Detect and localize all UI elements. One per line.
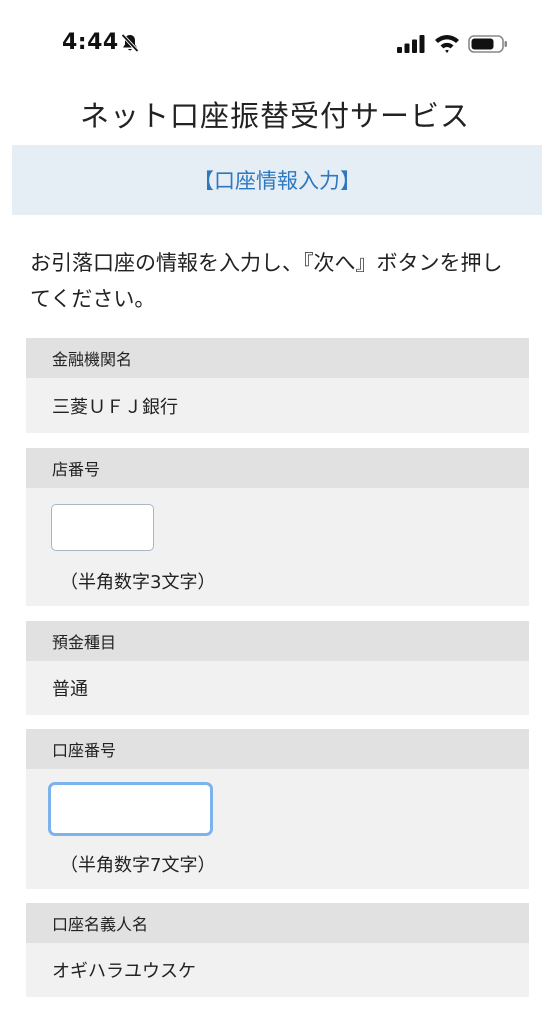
account-holder-value: オギハラユウスケ: [52, 961, 196, 982]
status-time: 4:44: [62, 30, 119, 55]
branch-number-label: 店番号: [26, 448, 529, 488]
deposit-type-field: 預金種目 普通: [26, 621, 529, 715]
account-number-input[interactable]: [48, 782, 213, 836]
account-number-label: 口座番号: [26, 729, 529, 769]
account-number-hint: （半角数字7文字）: [60, 855, 216, 876]
page-title: ネット口座振替受付サービス: [79, 99, 470, 133]
section-banner: 【口座情報入力】: [12, 145, 542, 215]
bank-name-field: 金融機関名 三菱ＵＦＪ銀行: [26, 338, 529, 433]
instruction-text: お引落口座の情報を入力し、『次へ』ボタンを押してください。: [30, 251, 503, 311]
branch-number-field: 店番号 （半角数字3文字）: [26, 448, 529, 606]
account-number-field: 口座番号 （半角数字7文字）: [26, 729, 529, 889]
cellular-signal-icon: [397, 35, 425, 53]
branch-number-input[interactable]: [51, 504, 154, 551]
wifi-icon: [435, 35, 459, 53]
deposit-type-label: 預金種目: [26, 621, 529, 661]
account-holder-field: 口座名義人名 オギハラユウスケ: [26, 903, 529, 997]
status-bar: 4:44: [0, 0, 550, 90]
section-banner-label: 【口座情報入力】: [193, 169, 361, 193]
branch-number-hint: （半角数字3文字）: [60, 572, 216, 593]
bell-slash-icon: [121, 33, 139, 53]
battery-icon: [468, 35, 507, 53]
bank-name-value: 三菱ＵＦＪ銀行: [52, 396, 178, 418]
deposit-type-value: 普通: [52, 679, 88, 700]
account-holder-label: 口座名義人名: [26, 903, 529, 943]
bank-name-label: 金融機関名: [26, 338, 529, 378]
